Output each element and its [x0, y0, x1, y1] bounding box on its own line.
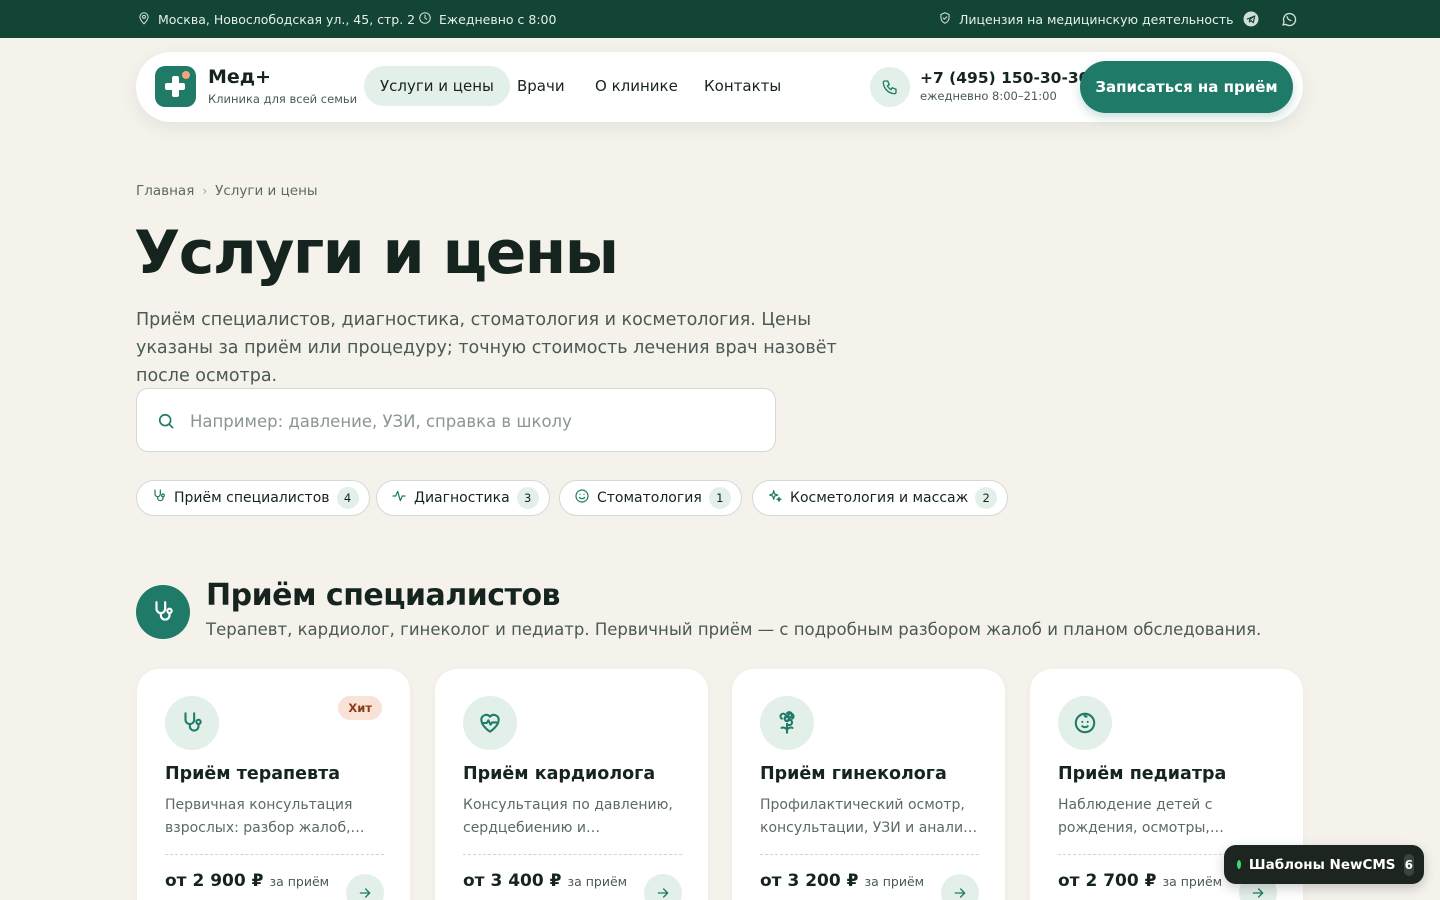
site-header: Мед+ Клиника для всей семьи Услуги и цен… — [136, 52, 1303, 122]
service-description: Наблюдение детей с рождения, осмотры, пр… — [1058, 797, 1213, 836]
templates-promo-button[interactable]: Шаблоны NewCMS 6 — [1224, 845, 1424, 884]
chip-count: 2 — [975, 487, 998, 509]
chip-count: 1 — [708, 487, 731, 509]
price-unit: за приём — [1162, 874, 1223, 889]
service-price: от 3 400 ₽ за приём — [463, 871, 627, 891]
chip-label: Косметология и массаж — [790, 490, 969, 506]
pulse-icon — [391, 488, 407, 508]
category-chip-specialists[interactable]: Приём специалистов 4 — [136, 480, 370, 516]
service-price: от 2 700 ₽ за приём — [1058, 871, 1222, 891]
book-appointment-button[interactable]: Записаться на приём — [1080, 61, 1293, 113]
chip-label: Приём специалистов — [174, 490, 330, 506]
price-unit: за приём — [269, 874, 330, 889]
chevron-right-icon: › — [202, 184, 208, 198]
status-dot — [1237, 860, 1241, 869]
service-title[interactable]: Приём терапевта — [165, 764, 340, 784]
flower-icon — [760, 696, 814, 750]
sparkles-icon — [767, 488, 783, 508]
phone-icon[interactable] — [870, 67, 910, 107]
section-subtitle: Терапевт, кардиолог, гинеколог и педиатр… — [206, 620, 1262, 639]
stethoscope-icon — [151, 488, 167, 508]
shield-check-icon — [938, 11, 952, 28]
price-value: от 2 900 ₽ — [165, 871, 264, 891]
page-lead: Приём специалистов, диагностика, стомато… — [136, 310, 837, 386]
arrow-right-icon[interactable] — [346, 874, 384, 900]
breadcrumb: Главная › Услуги и цены — [136, 183, 318, 199]
page-title: Услуги и цены — [134, 218, 619, 288]
opening-hours: Ежедневно с 8:00 — [418, 0, 556, 38]
price-unit: за приём — [567, 874, 628, 889]
promo-count: 6 — [1403, 853, 1414, 876]
service-search — [136, 388, 776, 452]
logo-mark[interactable] — [155, 66, 196, 107]
license-text[interactable]: Лицензия на медицинскую деятельность — [959, 12, 1234, 27]
hit-badge: Хит — [338, 696, 382, 720]
divider — [165, 854, 384, 855]
service-title[interactable]: Приём гинеколога — [760, 764, 947, 784]
heart-pulse-icon — [463, 696, 517, 750]
brand-name[interactable]: Мед+ — [208, 66, 271, 88]
breadcrumb-home[interactable]: Главная — [136, 183, 194, 199]
price-value: от 3 200 ₽ — [760, 871, 859, 891]
divider — [760, 854, 979, 855]
price-unit: за приём — [864, 874, 925, 889]
stethoscope-icon — [136, 585, 190, 639]
category-chip-cosmetology[interactable]: Косметология и массаж 2 — [752, 480, 1009, 516]
location-pin-icon — [137, 11, 151, 28]
telegram-icon[interactable] — [1242, 10, 1260, 28]
hours-text: Ежедневно с 8:00 — [439, 11, 557, 27]
nav-services-prices[interactable]: Услуги и цены — [364, 66, 510, 106]
search-input[interactable] — [190, 405, 750, 437]
service-title[interactable]: Приём педиатра — [1058, 764, 1226, 784]
price-value: от 2 700 ₽ — [1058, 871, 1157, 891]
service-description: Профилактический осмотр, консультации, У… — [760, 797, 982, 836]
license-link[interactable]: Лицензия на медицинскую деятельность — [938, 0, 1234, 38]
arrow-right-icon[interactable] — [941, 874, 979, 900]
search-icon — [156, 411, 176, 431]
price-value: от 3 400 ₽ — [463, 871, 562, 891]
service-title[interactable]: Приём кардиолога — [463, 764, 655, 784]
service-description: Первичная консультация взрослых: разбор … — [165, 797, 353, 836]
whatsapp-icon[interactable] — [1280, 10, 1298, 28]
nav-contacts[interactable]: Контакты — [688, 66, 797, 106]
service-price: от 2 900 ₽ за приём — [165, 871, 329, 891]
phone-number[interactable]: +7 (495) 150-30-30 — [920, 69, 1089, 87]
stethoscope-icon — [165, 696, 219, 750]
chip-label: Стоматология — [597, 490, 702, 506]
nav-doctors[interactable]: Врачи — [501, 66, 581, 106]
brand-tagline: Клиника для всей семьи — [208, 92, 358, 106]
service-card-therapist[interactable]: Хит Приём терапевта Первичная консультац… — [137, 669, 410, 900]
address: Москва, Новослободская ул., 45, стр. 2 — [137, 0, 415, 38]
clock-icon — [418, 11, 432, 28]
top-bar: Москва, Новослободская ул., 45, стр. 2 Е… — [0, 0, 1440, 38]
smile-icon — [574, 488, 590, 508]
chip-count: 3 — [516, 487, 539, 509]
nav-about[interactable]: О клинике — [579, 66, 694, 106]
chip-count: 4 — [336, 487, 359, 509]
service-card-gynecologist[interactable]: Приём гинеколога Профилактический осмотр… — [732, 669, 1005, 900]
baby-icon — [1058, 696, 1112, 750]
category-chip-diagnostics[interactable]: Диагностика 3 — [376, 480, 550, 516]
address-text: Москва, Новослободская ул., 45, стр. 2 — [158, 11, 416, 27]
category-chip-dentistry[interactable]: Стоматология 1 — [559, 480, 742, 516]
chip-label: Диагностика — [414, 490, 510, 506]
promo-label: Шаблоны NewCMS — [1248, 856, 1396, 873]
service-description: Консультация по давлению, сердцебиению и… — [463, 797, 673, 836]
breadcrumb-current: Услуги и цены — [215, 183, 318, 199]
divider — [463, 854, 682, 855]
service-card-cardiologist[interactable]: Приём кардиолога Консультация по давлени… — [435, 669, 708, 900]
arrow-right-icon[interactable] — [644, 874, 682, 900]
service-price: от 3 200 ₽ за приём — [760, 871, 924, 891]
section-title: Приём специалистов — [206, 578, 561, 613]
phone-hours: ежедневно 8:00–21:00 — [920, 89, 1057, 103]
